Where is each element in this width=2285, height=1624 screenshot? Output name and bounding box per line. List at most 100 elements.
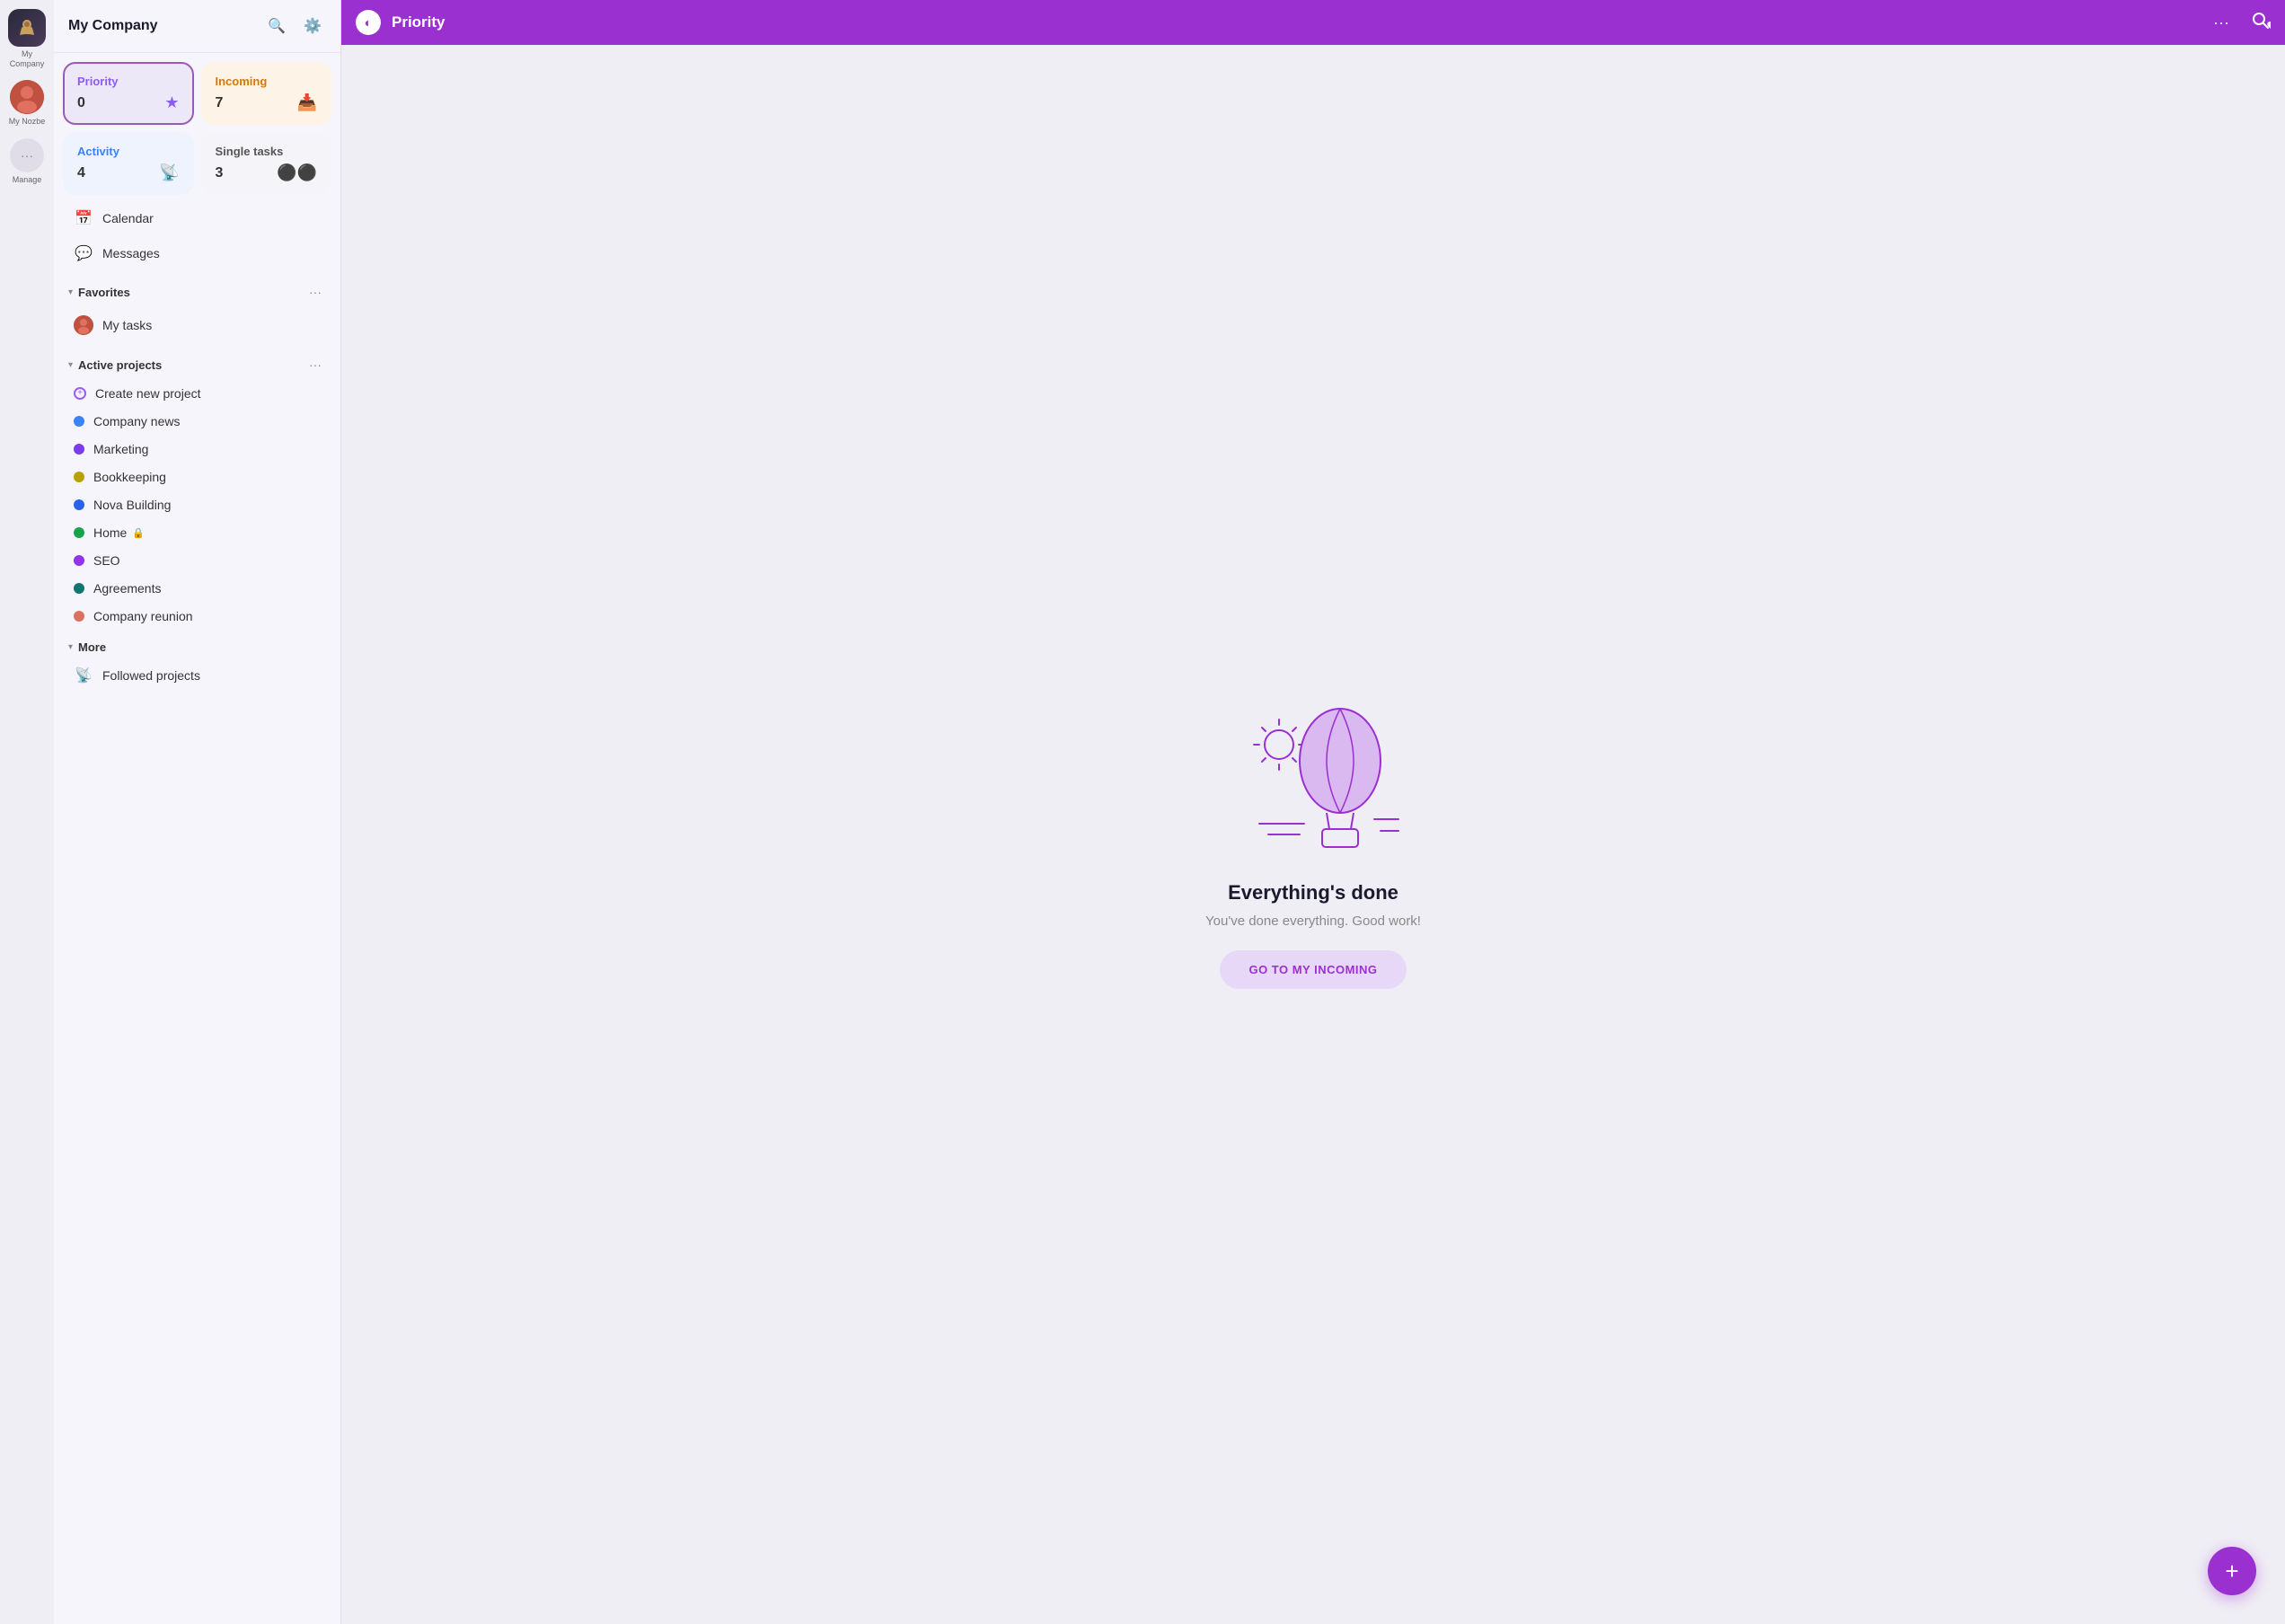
project-dot-company-reunion — [74, 611, 84, 622]
company-avatar — [8, 9, 46, 47]
messages-nav-item[interactable]: 💬 Messages — [59, 236, 335, 270]
my-tasks-avatar — [74, 315, 93, 335]
user-label: My Nozbe — [9, 117, 46, 127]
single-tasks-icon: ⚫⚫ — [277, 163, 317, 182]
project-label-nova-building: Nova Building — [93, 498, 171, 512]
project-dot-marketing — [74, 444, 84, 455]
more-section-header: ▾ More — [54, 633, 340, 658]
calendar-icon: 📅 — [74, 209, 93, 227]
topbar-title: Priority — [392, 13, 2202, 31]
create-project-label: Create new project — [95, 386, 201, 401]
manage-dots-icon: ··· — [10, 138, 44, 172]
single-tasks-card[interactable]: Single tasks 3 ⚫⚫ — [201, 132, 332, 195]
project-dot-bookkeeping — [74, 472, 84, 482]
my-tasks-nav-item[interactable]: My tasks — [59, 307, 335, 343]
active-projects-section-header: ▾ Active projects ··· — [54, 347, 340, 379]
main-title: Everything's done — [1228, 881, 1398, 905]
sidebar: My Company 🔍 ⚙️ Priority 0 ★ Incoming — [54, 0, 341, 1624]
topbar: ◐ Priority ··· — [341, 0, 2285, 45]
project-label-agreements: Agreements — [93, 581, 161, 596]
project-dot-agreements — [74, 583, 84, 594]
manage-label: Manage — [13, 175, 42, 185]
active-projects-chevron-icon: ▾ — [68, 360, 73, 370]
incoming-card-label: Incoming — [216, 75, 268, 88]
followed-projects-nav-item[interactable]: 📡 Followed projects — [59, 658, 335, 693]
stat-cards: Priority 0 ★ Incoming 7 📥 Activity — [54, 53, 340, 200]
project-label-company-reunion: Company reunion — [93, 609, 193, 623]
followed-projects-label: Followed projects — [102, 668, 200, 683]
incoming-card-count: 7 — [216, 95, 224, 111]
more-label: More — [78, 640, 106, 654]
active-projects-more-button[interactable]: ··· — [304, 354, 326, 375]
project-item-home[interactable]: Home 🔒 — [59, 519, 335, 546]
incoming-inbox-icon: 📥 — [297, 93, 317, 112]
go-incoming-button[interactable]: GO TO MY INCOMING — [1220, 950, 1406, 989]
calendar-label: Calendar — [102, 211, 154, 225]
create-project-plus-icon: + — [74, 387, 86, 400]
single-tasks-label: Single tasks — [216, 145, 284, 158]
company-icon-item[interactable]: My Company — [4, 9, 50, 69]
priority-card-label: Priority — [77, 75, 119, 88]
project-label-marketing: Marketing — [93, 442, 148, 456]
project-item-company-news[interactable]: Company news — [59, 408, 335, 435]
project-label-bookkeeping: Bookkeeping — [93, 470, 166, 484]
priority-card-count: 0 — [77, 95, 85, 111]
incoming-card[interactable]: Incoming 7 📥 — [201, 62, 332, 125]
activity-feed-icon: 📡 — [159, 163, 179, 182]
project-label-home: Home 🔒 — [93, 525, 145, 540]
messages-label: Messages — [102, 246, 160, 260]
topbar-search-button[interactable] — [2251, 11, 2271, 35]
project-item-bookkeeping[interactable]: Bookkeeping — [59, 463, 335, 490]
favorites-chevron-icon: ▾ — [68, 287, 73, 297]
content-area: Everything's done You've done everything… — [341, 45, 2285, 1624]
topbar-more-button[interactable]: ··· — [2213, 13, 2229, 32]
project-item-company-reunion[interactable]: Company reunion — [59, 603, 335, 630]
create-project-item[interactable]: + Create new project — [59, 380, 335, 407]
home-lock-icon: 🔒 — [132, 527, 145, 539]
topbar-logo: ◐ — [356, 10, 381, 35]
activity-card[interactable]: Activity 4 📡 — [63, 132, 194, 195]
icon-bar: My Company My Nozbe ··· Manage — [0, 0, 54, 1624]
active-projects-label: Active projects — [78, 358, 162, 372]
project-label-seo: SEO — [93, 553, 120, 568]
sidebar-title: My Company — [68, 18, 158, 34]
sidebar-scroll: Priority 0 ★ Incoming 7 📥 Activity — [54, 53, 340, 1624]
project-dot-nova-building — [74, 499, 84, 510]
favorites-label: Favorites — [78, 286, 130, 299]
sidebar-header: My Company 🔍 ⚙️ — [54, 0, 340, 53]
project-dot-company-news — [74, 416, 84, 427]
favorites-more-button[interactable]: ··· — [304, 281, 326, 303]
project-label-company-news: Company news — [93, 414, 181, 428]
activity-card-label: Activity — [77, 145, 119, 158]
priority-card[interactable]: Priority 0 ★ — [63, 62, 194, 125]
project-item-agreements[interactable]: Agreements — [59, 575, 335, 602]
activity-card-count: 4 — [77, 165, 85, 181]
favorites-section-header: ▾ Favorites ··· — [54, 274, 340, 306]
main-content: ◐ Priority ··· — [341, 0, 2285, 1624]
main-subtitle: You've done everything. Good work! — [1205, 914, 1421, 929]
single-tasks-count: 3 — [216, 165, 224, 181]
more-chevron-icon: ▾ — [68, 642, 73, 652]
project-dot-home — [74, 527, 84, 538]
my-tasks-label: My tasks — [102, 318, 152, 332]
fab-add-button[interactable]: + — [2208, 1547, 2256, 1595]
manage-icon-item[interactable]: ··· Manage — [4, 138, 50, 185]
favorites-toggle[interactable]: ▾ Favorites — [68, 286, 130, 299]
balloon-illustration — [1223, 680, 1403, 860]
project-item-seo[interactable]: SEO — [59, 547, 335, 574]
project-item-nova-building[interactable]: Nova Building — [59, 491, 335, 518]
priority-star-icon: ★ — [164, 93, 179, 112]
user-icon-item[interactable]: My Nozbe — [4, 80, 50, 127]
search-button[interactable]: 🔍 — [263, 13, 290, 40]
calendar-nav-item[interactable]: 📅 Calendar — [59, 201, 335, 235]
active-projects-toggle[interactable]: ▾ Active projects — [68, 358, 162, 372]
user-avatar — [10, 80, 44, 114]
project-dot-seo — [74, 555, 84, 566]
followed-projects-icon: 📡 — [74, 666, 93, 684]
more-toggle[interactable]: ▾ More — [68, 640, 106, 654]
company-label: My Company — [4, 49, 50, 69]
project-item-marketing[interactable]: Marketing — [59, 436, 335, 463]
sidebar-header-icons: 🔍 ⚙️ — [263, 13, 326, 40]
settings-button[interactable]: ⚙️ — [299, 13, 326, 40]
messages-icon: 💬 — [74, 244, 93, 262]
